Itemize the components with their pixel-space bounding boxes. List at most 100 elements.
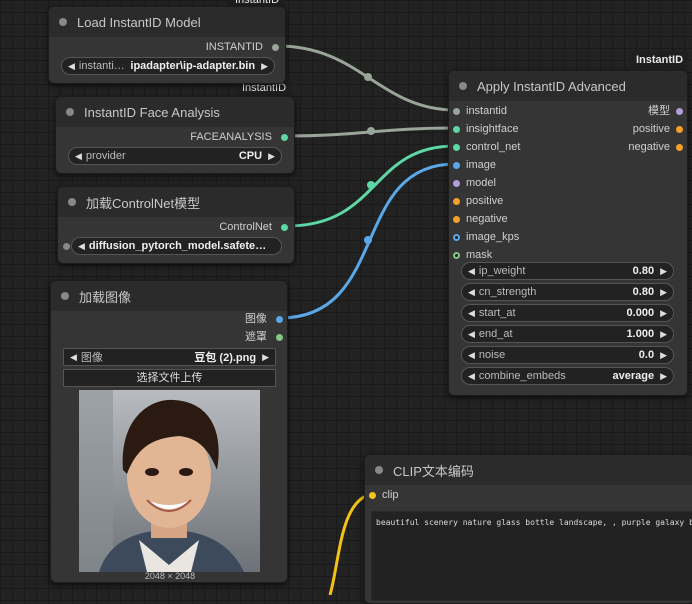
- image-file-combo[interactable]: ◀ 图像 豆包 (2).png ▶: [63, 348, 276, 366]
- node-header[interactable]: Apply InstantID Advanced: [449, 71, 687, 101]
- input-insightface[interactable]: insightface: [453, 121, 519, 137]
- node-controlnet-loader[interactable]: 加载ControlNet模型 ControlNet ◀ diffusion_py…: [57, 186, 295, 264]
- output-socket-icon[interactable]: [281, 133, 288, 141]
- node-header[interactable]: Load InstantID Model: [49, 7, 285, 37]
- input-socket-icon[interactable]: [453, 233, 460, 241]
- input-socket-icon[interactable]: [453, 197, 460, 205]
- output-faceanalysis[interactable]: FACEANALYSIS: [190, 129, 288, 145]
- widget-label: combine_embeds: [478, 370, 566, 382]
- output-socket-icon[interactable]: [276, 333, 283, 341]
- output-socket-icon[interactable]: [676, 143, 683, 151]
- output-positive[interactable]: positive: [633, 121, 683, 137]
- arrow-left-icon[interactable]: ◀: [68, 61, 75, 72]
- input-mask[interactable]: mask: [453, 247, 492, 263]
- cn-strength-widget[interactable]: ◀ cn_strength 0.80 ▶: [461, 283, 674, 301]
- input-control-net[interactable]: control_net: [453, 139, 520, 155]
- input-negative[interactable]: negative: [453, 211, 508, 227]
- output-instantid[interactable]: INSTANTID: [206, 39, 279, 55]
- group-tag-apply: InstantID: [630, 52, 690, 68]
- collapse-dot-icon[interactable]: [459, 82, 467, 90]
- collapse-dot-icon[interactable]: [66, 108, 74, 116]
- input-positive[interactable]: positive: [453, 193, 503, 209]
- output-socket-icon[interactable]: [276, 315, 283, 323]
- collapse-dot-icon[interactable]: [61, 292, 69, 300]
- arrow-right-icon[interactable]: ▶: [660, 350, 667, 361]
- input-socket-icon[interactable]: [453, 125, 460, 133]
- node-clip-text-encode[interactable]: CLIP文本编码 clip beautiful scenery nature g…: [364, 454, 692, 604]
- node-title: InstantID Face Analysis: [84, 104, 220, 120]
- arrow-right-icon[interactable]: ▶: [262, 352, 269, 363]
- combine-embeds-combo[interactable]: ◀ combine_embeds average ▶: [461, 367, 674, 385]
- arrow-left-icon[interactable]: ◀: [75, 151, 82, 162]
- collapse-dot-icon[interactable]: [375, 466, 383, 474]
- arrow-right-icon[interactable]: ▶: [660, 287, 667, 298]
- upload-file-button[interactable]: 选择文件上传: [63, 369, 276, 387]
- output-image[interactable]: 图像: [245, 311, 283, 327]
- output-label: negative: [628, 141, 670, 153]
- input-image-kps[interactable]: image_kps: [453, 229, 519, 245]
- node-load-image[interactable]: 加载图像 图像 遮罩 ◀ 图像 豆包 (2).png ▶ 选择文件上传 2048…: [50, 280, 288, 583]
- arrow-right-icon[interactable]: ▶: [660, 266, 667, 277]
- node-header[interactable]: 加载ControlNet模型: [58, 187, 294, 217]
- arrow-left-icon[interactable]: ◀: [468, 308, 475, 319]
- input-clip[interactable]: clip: [369, 487, 399, 503]
- output-socket-icon[interactable]: [281, 223, 288, 231]
- provider-combo[interactable]: ◀ provider CPU ▶: [68, 147, 282, 165]
- arrow-left-icon[interactable]: ◀: [468, 371, 475, 382]
- input-socket-icon[interactable]: [453, 161, 460, 169]
- output-model[interactable]: 模型: [648, 103, 683, 119]
- start-at-widget[interactable]: ◀ start_at 0.000 ▶: [461, 304, 674, 322]
- arrow-right-icon[interactable]: ▶: [660, 308, 667, 319]
- arrow-left-icon[interactable]: ◀: [468, 287, 475, 298]
- input-model[interactable]: model: [453, 175, 496, 191]
- input-label: image: [466, 159, 496, 171]
- output-socket-icon[interactable]: [676, 107, 683, 115]
- noise-widget[interactable]: ◀ noise 0.0 ▶: [461, 346, 674, 364]
- output-mask[interactable]: 遮罩: [245, 329, 283, 345]
- input-socket-icon[interactable]: [453, 143, 460, 151]
- widget-label: instantid...: [78, 60, 127, 72]
- controlnet-model-combo[interactable]: ◀ diffusion_pytorch_model.safeten ...: [71, 237, 282, 255]
- collapse-dot-icon[interactable]: [59, 18, 67, 26]
- node-header[interactable]: CLIP文本编码: [365, 455, 692, 485]
- ip-weight-widget[interactable]: ◀ ip_weight 0.80 ▶: [461, 262, 674, 280]
- input-label: mask: [466, 249, 493, 261]
- end-at-widget[interactable]: ◀ end_at 1.000 ▶: [461, 325, 674, 343]
- instantid-file-combo[interactable]: ◀ instantid... ipadapter\ip-adapter.bin …: [61, 57, 275, 75]
- arrow-left-icon[interactable]: ◀: [468, 329, 475, 340]
- input-socket-icon[interactable]: [453, 107, 460, 115]
- arrow-right-icon[interactable]: ▶: [268, 151, 275, 162]
- collapse-dot-icon[interactable]: [68, 198, 76, 206]
- input-instantid[interactable]: instantid: [453, 103, 507, 119]
- output-label: ControlNet: [219, 221, 272, 233]
- input-socket-icon[interactable]: [63, 243, 70, 250]
- wire-faceanalysis-midpoint: [367, 127, 375, 135]
- input-label: image_kps: [466, 231, 520, 243]
- input-socket-icon[interactable]: [453, 215, 460, 223]
- widget-value: CPU: [238, 150, 263, 162]
- arrow-left-icon[interactable]: ◀: [70, 352, 77, 363]
- input-image[interactable]: image: [453, 157, 496, 173]
- node-header[interactable]: InstantID Face Analysis: [56, 97, 294, 127]
- input-label: positive: [466, 195, 504, 207]
- input-socket-icon[interactable]: [453, 179, 460, 187]
- node-load-instantid-model[interactable]: Load InstantID Model INSTANTID ◀ instant…: [48, 6, 286, 84]
- output-socket-icon[interactable]: [272, 43, 279, 51]
- prompt-textarea[interactable]: beautiful scenery nature glass bottle la…: [371, 511, 692, 601]
- input-socket-icon[interactable]: [369, 491, 376, 499]
- arrow-left-icon[interactable]: ◀: [468, 266, 475, 277]
- arrow-right-icon[interactable]: ▶: [660, 329, 667, 340]
- node-apply-instantid[interactable]: Apply InstantID Advanced instantid insig…: [448, 70, 688, 396]
- arrow-right-icon[interactable]: ▶: [261, 61, 268, 72]
- input-socket-icon[interactable]: [453, 251, 460, 259]
- node-face-analysis[interactable]: InstantID Face Analysis FACEANALYSIS ◀ p…: [55, 96, 295, 174]
- arrow-right-icon[interactable]: ▶: [660, 371, 667, 382]
- node-header[interactable]: 加载图像: [51, 281, 287, 311]
- output-controlnet[interactable]: ControlNet: [219, 219, 288, 235]
- output-negative[interactable]: negative: [628, 139, 683, 155]
- output-socket-icon[interactable]: [676, 125, 683, 133]
- wire-image-midpoint: [364, 236, 372, 244]
- arrow-left-icon[interactable]: ◀: [78, 241, 85, 252]
- arrow-left-icon[interactable]: ◀: [468, 350, 475, 361]
- output-label: 模型: [648, 105, 670, 117]
